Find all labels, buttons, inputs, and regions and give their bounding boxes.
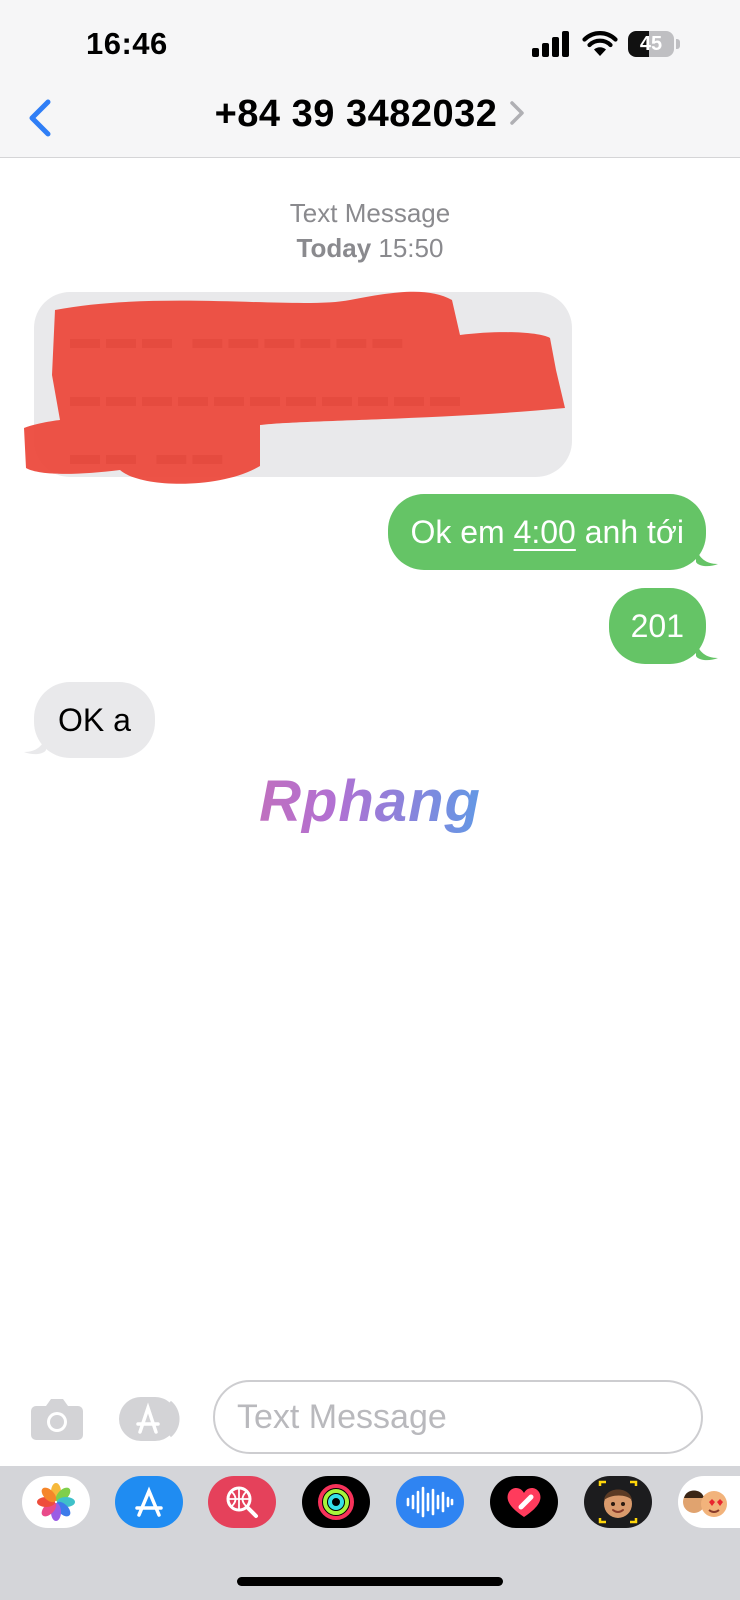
chevron-right-icon xyxy=(510,101,525,125)
fitness-activity-icon[interactable] xyxy=(302,1476,370,1528)
message-text: 201 xyxy=(630,608,684,644)
audio-message-icon[interactable] xyxy=(396,1476,464,1528)
activity-rings-glyph xyxy=(318,1484,354,1520)
camera-button[interactable] xyxy=(30,1394,84,1442)
message-text: anh tới xyxy=(575,514,684,550)
incoming-bubble-tail xyxy=(24,734,46,755)
home-indicator xyxy=(237,1577,503,1586)
redaction-scribble xyxy=(24,291,565,484)
heart-touch-glyph xyxy=(507,1487,541,1517)
contact-title: +84 39 3482032 xyxy=(214,93,498,135)
watermark-logo: Rphang xyxy=(0,768,740,835)
outgoing-message-bubble[interactable]: 201 xyxy=(608,588,706,664)
memoji-stickers-icon[interactable] xyxy=(678,1476,740,1528)
battery-percentage: 45 xyxy=(639,33,663,55)
message-input-field[interactable]: Text Message xyxy=(213,1380,703,1454)
digital-touch-icon[interactable] xyxy=(490,1476,558,1528)
waveform-glyph xyxy=(406,1486,454,1518)
timestamp-day: Today xyxy=(296,233,372,263)
status-icons: 45 xyxy=(532,28,680,60)
outgoing-bubble-tail xyxy=(696,546,718,567)
status-time: 16:46 xyxy=(86,26,168,61)
message-text: OK a xyxy=(58,702,131,738)
outgoing-message-bubble[interactable]: Ok em 4:00 anh tới xyxy=(388,494,706,570)
app-store-button[interactable] xyxy=(118,1396,184,1442)
message-time-link[interactable]: 4:00 xyxy=(514,514,576,550)
photos-flower-glyph xyxy=(37,1483,75,1521)
message-text: Ok em xyxy=(410,514,514,550)
app-store-icon[interactable] xyxy=(115,1476,183,1528)
photos-app-icon[interactable] xyxy=(22,1476,90,1528)
memoji-face-glyph xyxy=(598,1480,638,1524)
memoji-icon[interactable] xyxy=(584,1476,652,1528)
app-store-glyph xyxy=(135,1486,163,1517)
timestamp-time: 15:50 xyxy=(378,233,444,263)
globe-magnifier-glyph xyxy=(226,1486,258,1518)
timestamp-label: Text Message xyxy=(289,198,451,228)
camera-icon xyxy=(31,1399,83,1440)
app-store-apps-icon xyxy=(119,1397,180,1441)
contact-title-button[interactable]: +84 39 3482032 xyxy=(0,93,740,136)
navigation-header: 16:46 45 +84 39 3482032 xyxy=(0,0,740,158)
web-search-icon[interactable] xyxy=(208,1476,276,1528)
outgoing-bubble-tail xyxy=(696,640,718,661)
conversation-timestamp: Text Message Today 15:50 xyxy=(0,196,740,266)
incoming-message-bubble[interactable]: OK a xyxy=(34,682,155,758)
battery-cap xyxy=(676,39,680,49)
wifi-icon xyxy=(582,31,618,56)
message-input-placeholder: Text Message xyxy=(237,1398,447,1436)
cellular-signal-icon xyxy=(532,31,569,57)
memoji-stickers-glyph xyxy=(683,1490,727,1517)
battery-icon: 45 xyxy=(628,31,674,57)
